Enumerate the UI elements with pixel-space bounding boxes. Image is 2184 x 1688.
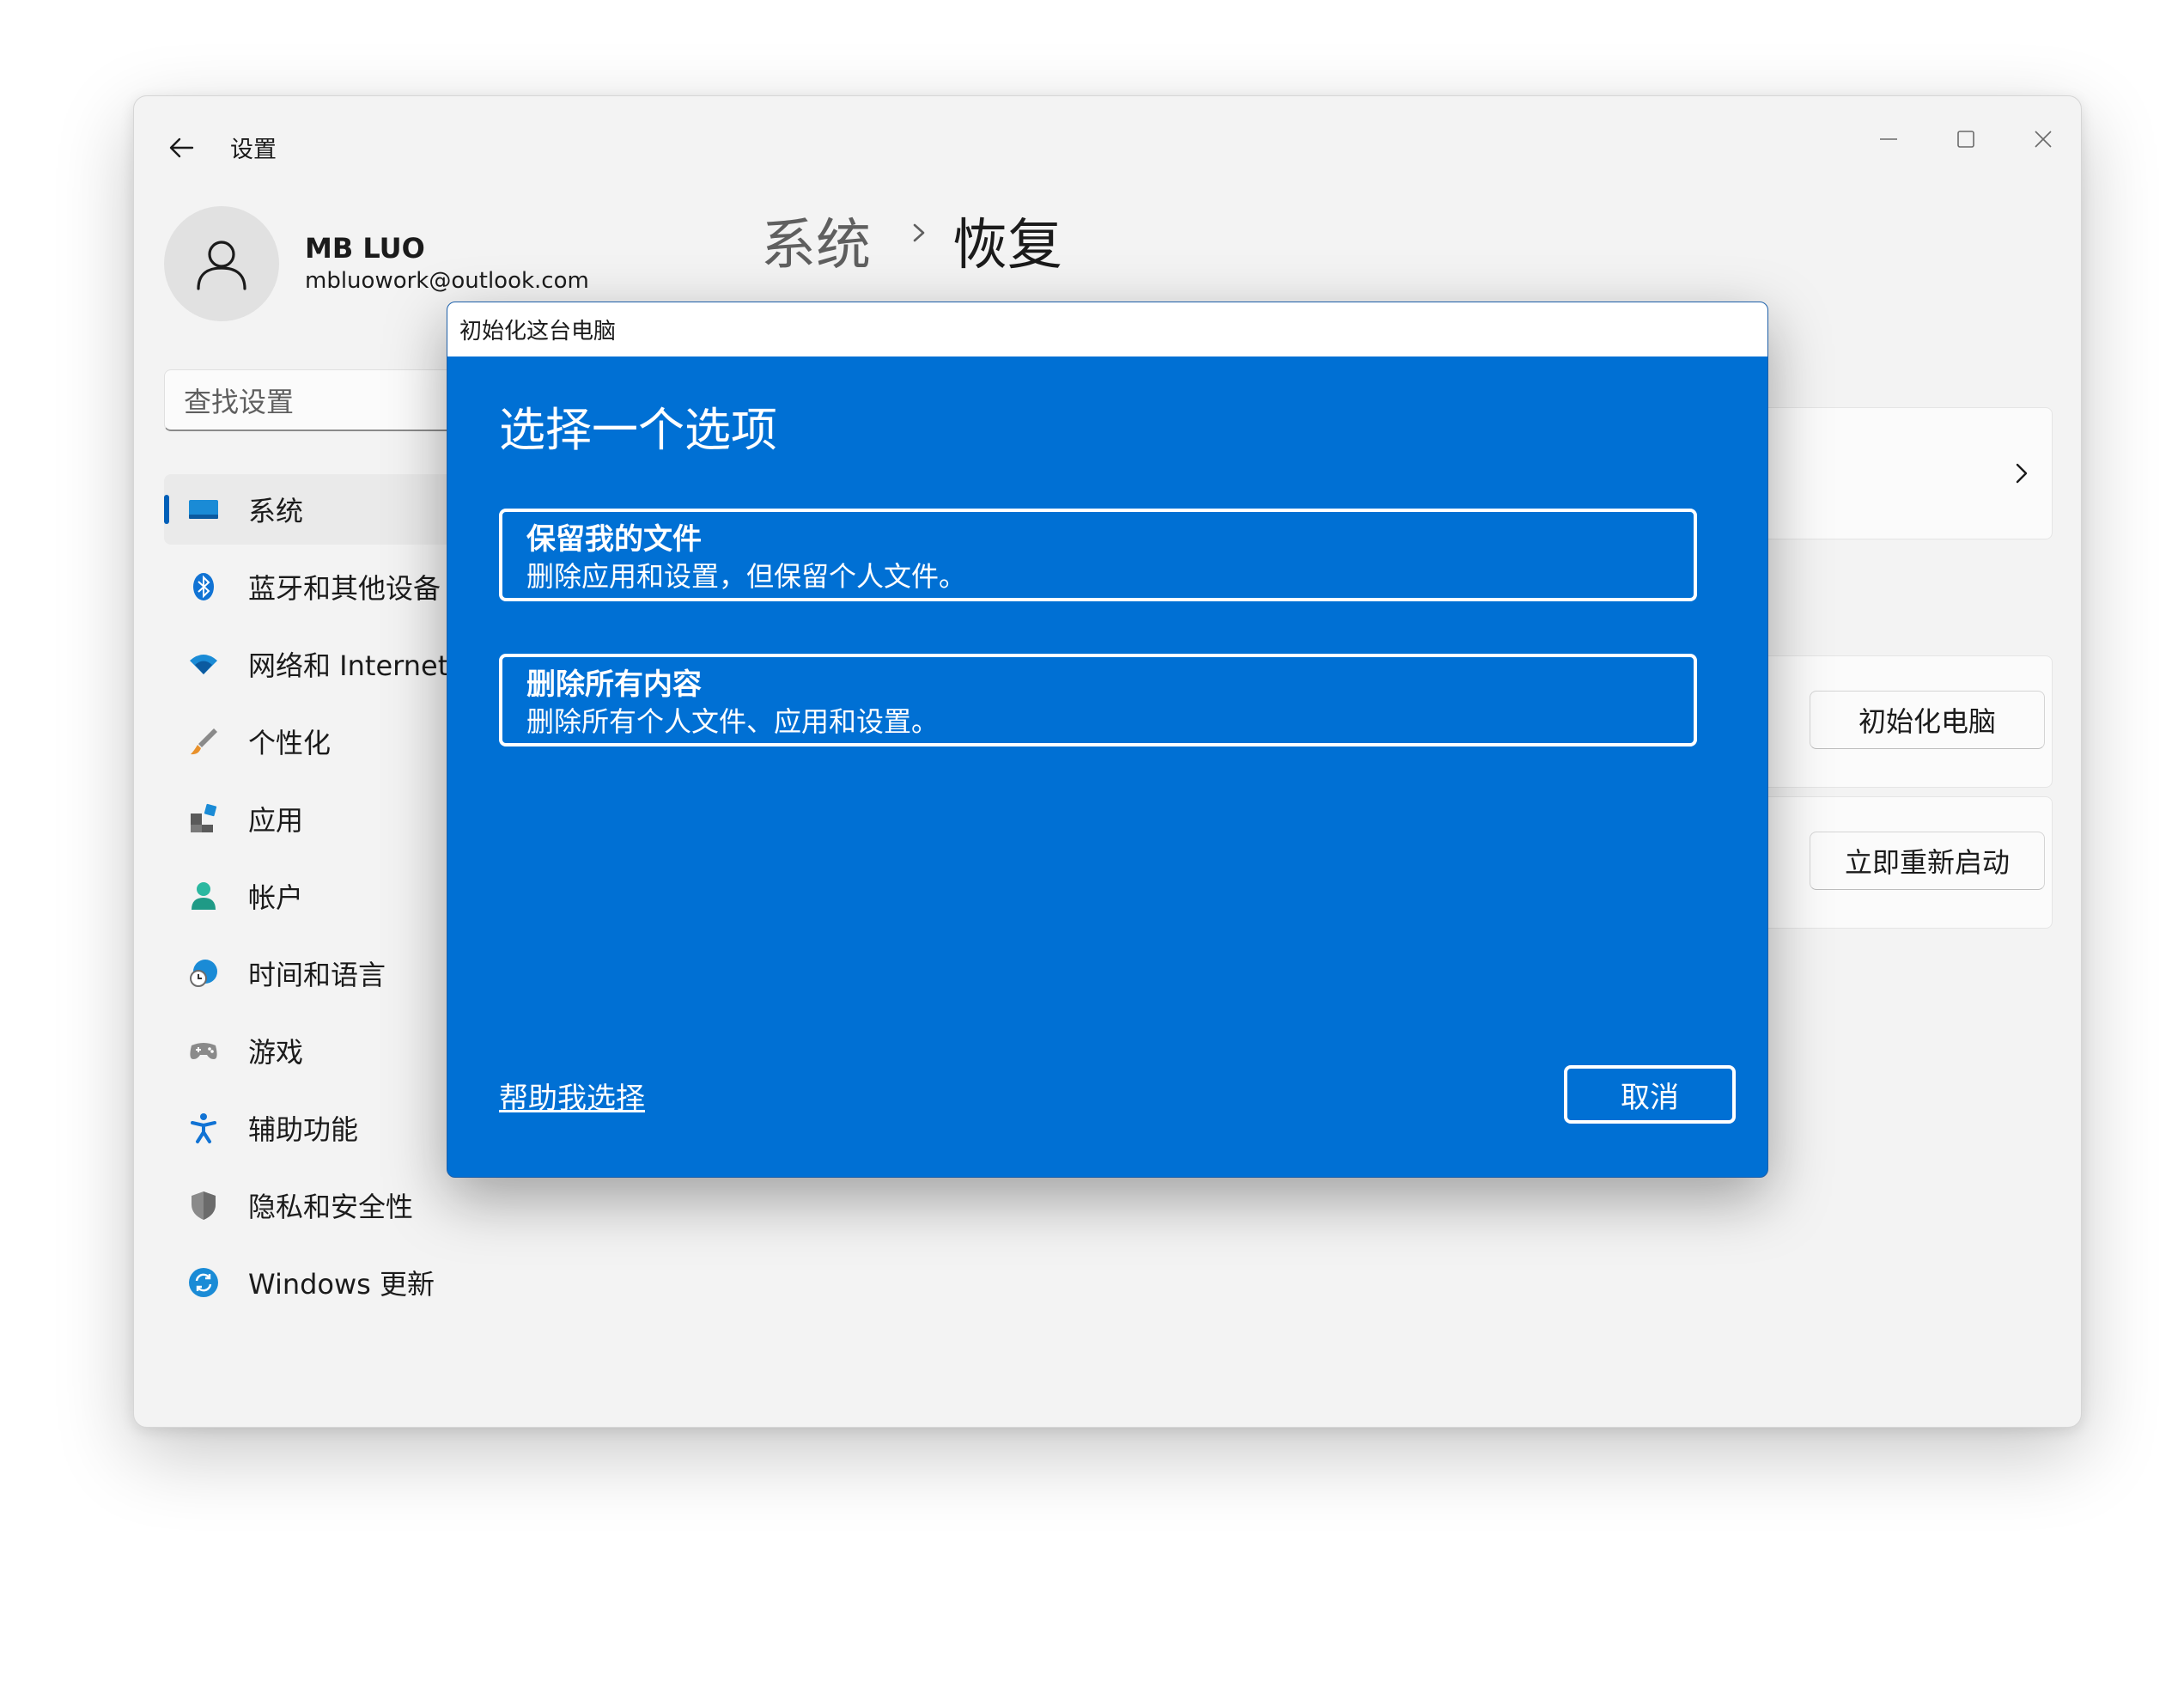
- option-description: 删除所有个人文件、应用和设置。: [526, 705, 940, 738]
- chevron-right-icon: [2005, 454, 2040, 492]
- cancel-button[interactable]: 取消: [1564, 1065, 1736, 1124]
- sidebar-item-label: 应用: [248, 804, 304, 837]
- maximize-icon: [1957, 131, 1974, 148]
- option-description: 删除应用和设置，但保留个人文件。: [526, 560, 967, 593]
- help-me-choose-link[interactable]: 帮助我选择: [499, 1075, 645, 1117]
- shield-icon: [186, 1188, 221, 1222]
- sidebar-item-label: 网络和 Internet: [248, 649, 449, 682]
- wifi-icon: [186, 647, 221, 681]
- page-title: 恢复: [952, 214, 1062, 277]
- dialog-titlebar: 初始化这台电脑: [447, 302, 1767, 356]
- keep-my-files-option[interactable]: 保留我的文件 删除应用和设置，但保留个人文件。: [499, 509, 1697, 601]
- option-title: 删除所有内容: [526, 667, 702, 702]
- chevron-right-icon: [903, 211, 937, 254]
- sidebar-item-label: 时间和语言: [248, 959, 386, 991]
- avatar[interactable]: [164, 206, 279, 321]
- close-button[interactable]: [2017, 113, 2069, 165]
- search-placeholder: 查找设置: [184, 385, 295, 418]
- sidebar-item-label: 辅助功能: [248, 1113, 359, 1146]
- user-name: MB LUO: [305, 232, 425, 265]
- restart-now-button[interactable]: 立即重新启动: [1810, 832, 2045, 890]
- sidebar-item-label: Windows 更新: [248, 1268, 435, 1301]
- dialog-window-title: 初始化这台电脑: [459, 319, 617, 344]
- sidebar-item-label: 游戏: [248, 1036, 304, 1069]
- sidebar-item-label: 个性化: [248, 727, 332, 759]
- dialog-heading: 选择一个选项: [499, 403, 777, 457]
- gamepad-icon: [186, 1033, 221, 1068]
- sidebar-item-label: 系统: [248, 495, 304, 527]
- user-email: mbluowork@outlook.com: [305, 268, 589, 294]
- app-title: 设置: [230, 137, 277, 163]
- reset-pc-button[interactable]: 初始化电脑: [1810, 691, 2045, 749]
- minimize-button[interactable]: [1863, 113, 1914, 165]
- breadcrumb-parent[interactable]: 系统: [761, 201, 871, 280]
- accessibility-icon: [186, 1111, 221, 1145]
- sidebar-item-label: 蓝牙和其他设备: [248, 572, 441, 605]
- sidebar-item-label: 帐户: [248, 881, 304, 914]
- recovery-card-fix-problems[interactable]: [1731, 407, 2053, 539]
- recovery-card-advanced-startup: 立即重新启动: [1731, 796, 2053, 929]
- close-icon: [2035, 131, 2052, 148]
- recovery-card-reset: 初始化电脑: [1731, 655, 2053, 788]
- brush-icon: [186, 724, 221, 759]
- globe-clock-icon: [186, 956, 221, 990]
- remove-everything-option[interactable]: 删除所有内容 删除所有个人文件、应用和设置。: [499, 654, 1697, 746]
- user-icon: [197, 241, 246, 290]
- bluetooth-icon: [186, 570, 221, 604]
- account-icon: [186, 879, 221, 913]
- maximize-button[interactable]: [1940, 113, 1992, 165]
- sidebar-item-privacy[interactable]: 隐私和安全性: [164, 1170, 645, 1240]
- option-title: 保留我的文件: [526, 522, 702, 557]
- update-icon: [186, 1265, 221, 1300]
- sidebar-item-label: 隐私和安全性: [248, 1191, 414, 1223]
- system-display-icon: [186, 492, 221, 527]
- apps-icon: [186, 801, 221, 836]
- sidebar-item-windows-update[interactable]: Windows 更新: [164, 1247, 645, 1318]
- minimize-icon: [1880, 138, 1897, 140]
- back-arrow-icon[interactable]: [167, 132, 198, 163]
- reset-pc-dialog: 初始化这台电脑 选择一个选项 保留我的文件 删除应用和设置，但保留个人文件。 删…: [447, 302, 1768, 1178]
